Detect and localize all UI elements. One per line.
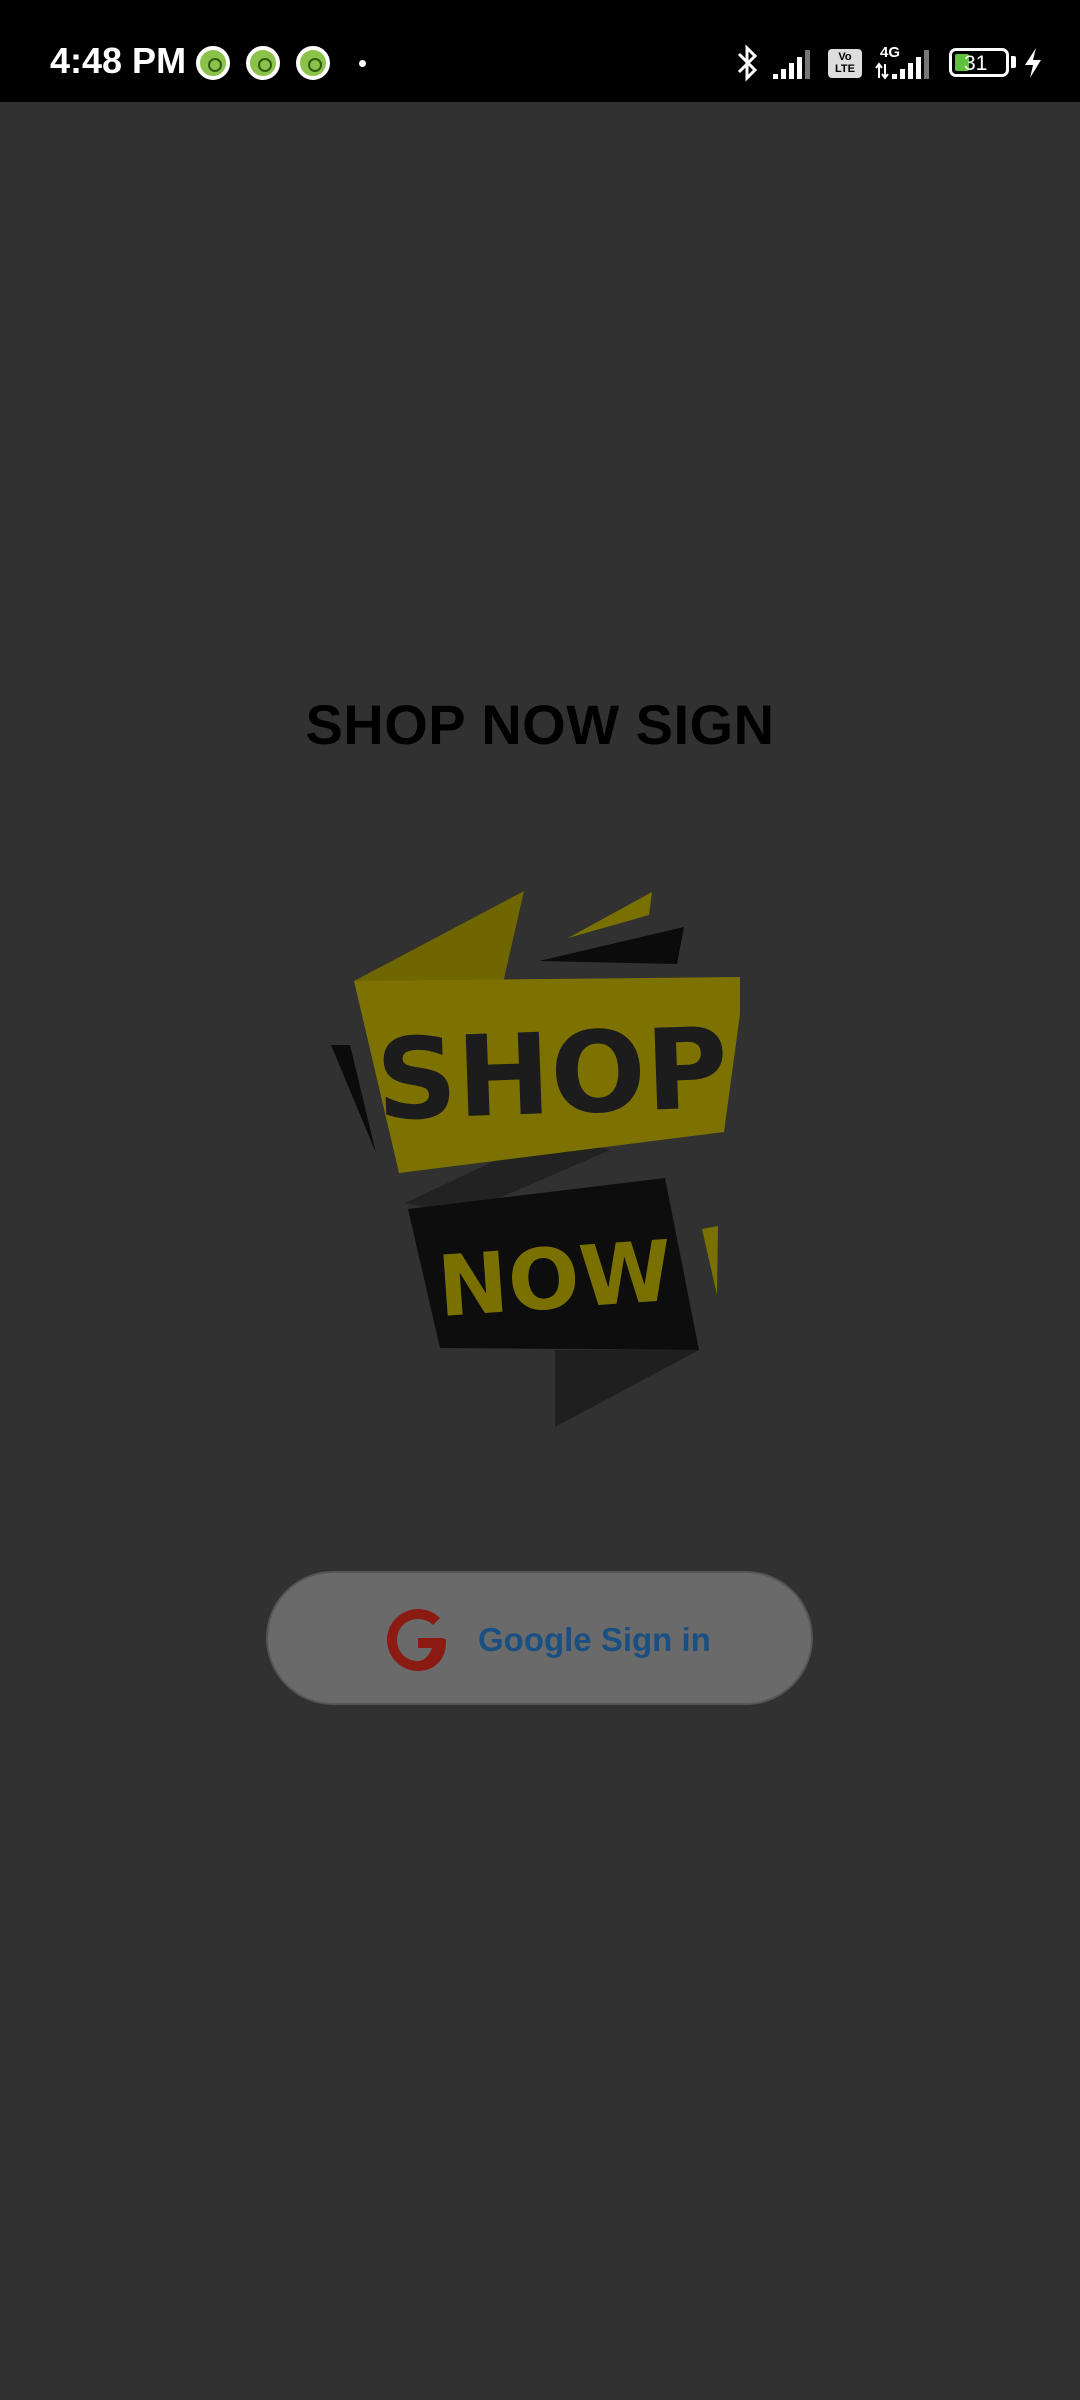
notification-icon xyxy=(246,46,280,80)
logo-shop-text: SHOP xyxy=(374,1004,730,1146)
volte-label: Vo LTE xyxy=(835,51,855,75)
bluetooth-icon xyxy=(737,44,758,82)
logo-tab xyxy=(539,927,684,964)
shop-now-logo: SHOP NOW xyxy=(331,891,740,1427)
logo-sliver xyxy=(568,892,652,938)
notification-icon xyxy=(296,46,330,80)
battery-cap xyxy=(1011,56,1016,68)
battery-percent: 31 xyxy=(964,52,988,75)
logo-tail xyxy=(555,1350,699,1427)
logo-right-sliver xyxy=(702,1226,718,1295)
battery-icon: 31 xyxy=(949,48,1009,77)
google-sign-in-label: Google Sign in xyxy=(478,1621,711,1658)
notification-icon xyxy=(196,46,230,80)
status-time: 4:48 PM xyxy=(50,40,187,81)
volte-icon: Vo LTE xyxy=(828,49,862,78)
logo-left-sliver xyxy=(331,1045,376,1153)
page-title: SHOP NOW SIGN xyxy=(305,693,775,756)
logo-now-text: NOW xyxy=(435,1222,676,1336)
google-g-icon xyxy=(387,1609,446,1671)
signal-icon xyxy=(773,50,810,79)
status-bar: 4:48 PM Vo LTE 4G 31 xyxy=(0,0,1080,102)
more-notifications-dot xyxy=(359,60,366,67)
charging-icon xyxy=(1025,48,1041,78)
data-arrows-icon xyxy=(875,62,889,80)
logo-flap xyxy=(354,891,524,983)
google-sign-in-button[interactable]: Google Sign in xyxy=(266,1571,813,1705)
signal-4g-icon xyxy=(892,50,929,79)
